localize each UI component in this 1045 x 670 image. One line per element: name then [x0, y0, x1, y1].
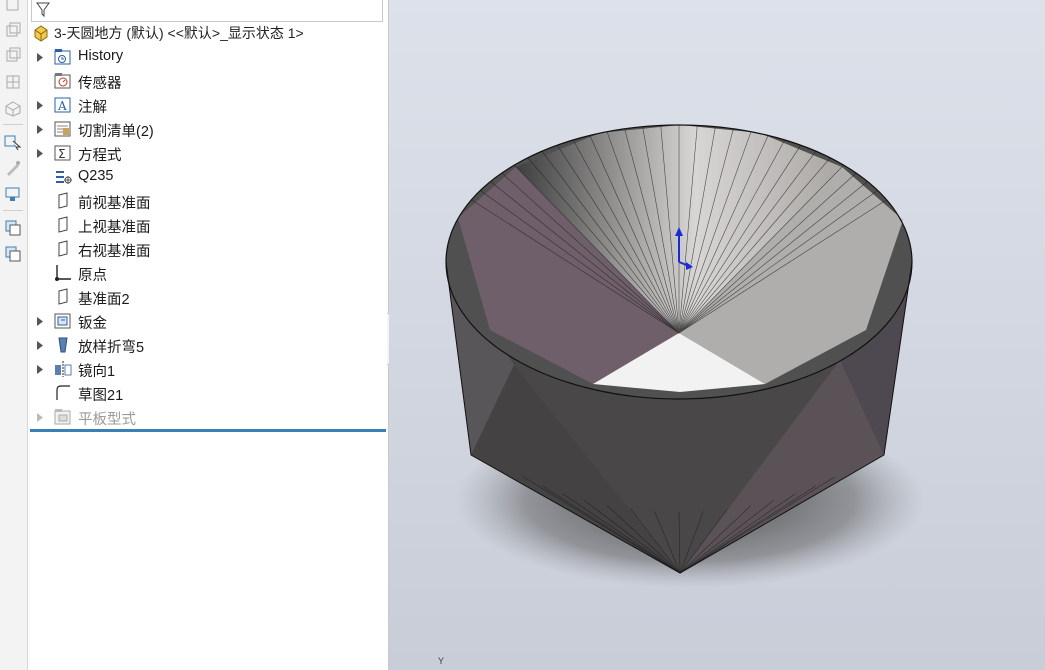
tree-item[interactable]: A 注解 [28, 93, 383, 117]
view-right-icon[interactable] [3, 72, 23, 92]
expand-arrow-icon[interactable] [36, 124, 44, 134]
tree-item-label: 镜向1 [78, 364, 116, 380]
tree-item[interactable]: 钣金 [28, 309, 383, 333]
tree-item-label: 右视基准面 [78, 244, 151, 260]
model-view[interactable] [389, 0, 1045, 670]
tree-item-label: 基准面2 [78, 292, 130, 308]
left-tool-strip [0, 0, 28, 670]
tree-item-label: 放样折弯5 [78, 340, 145, 356]
graphics-viewport[interactable]: Y [389, 0, 1045, 670]
expand-arrow-icon[interactable] [36, 52, 44, 62]
tree-item[interactable]: 右视基准面 [28, 237, 383, 261]
tree-item[interactable]: Σ 方程式 [28, 141, 383, 165]
sheet-metal-icon [54, 312, 72, 330]
tree-item[interactable]: 切割清单(2) [28, 117, 383, 141]
tree-item[interactable]: 草图21 [28, 381, 383, 405]
tree-item-label: 平板型式 [78, 412, 136, 428]
paste-view-icon[interactable] [3, 244, 23, 264]
select-icon[interactable] [3, 132, 23, 152]
history-icon [54, 48, 72, 66]
expand-arrow-icon[interactable] [36, 100, 44, 110]
edit-appearance-icon[interactable] [3, 158, 23, 178]
tree-item[interactable]: 前视基准面 [28, 189, 383, 213]
plane-icon [54, 288, 72, 306]
plane-icon [54, 240, 72, 258]
tree-item[interactable]: History [28, 45, 383, 69]
display-pane-icon[interactable] [3, 184, 23, 204]
view-front-icon[interactable] [3, 20, 23, 40]
tree-item[interactable]: 平板型式 [28, 405, 383, 429]
tree-item-label: 注解 [78, 100, 107, 116]
expand-arrow-icon[interactable] [36, 148, 44, 158]
lofted-bend-icon [54, 336, 72, 354]
tree-item-label: 传感器 [78, 76, 122, 92]
tree-root-part[interactable]: 3-天圆地方 (默认) <<默认>_显示状态 1> [32, 22, 304, 44]
part-icon [34, 25, 48, 42]
flat-pattern-icon [54, 408, 72, 426]
tree-item-label: 草图21 [78, 388, 124, 404]
copy-view-icon[interactable] [3, 218, 23, 238]
tree-item-label: Q235 [78, 168, 114, 184]
tree-item[interactable]: 上视基准面 [28, 213, 383, 237]
tree-item-label: 上视基准面 [78, 220, 151, 236]
svg-text:Σ: Σ [58, 147, 66, 161]
view-iso-icon[interactable] [3, 99, 23, 119]
filter-icon[interactable] [36, 2, 50, 23]
tree-item[interactable]: 镜向1 [28, 357, 383, 381]
feature-manager-tree: 3-天圆地方 (默认) <<默认>_显示状态 1> History 传感器 A 注解切… [28, 0, 389, 670]
tree-item-label: 原点 [78, 268, 107, 284]
tree-item[interactable]: 放样折弯5 [28, 333, 383, 357]
tree-item[interactable]: 传感器 [28, 69, 383, 93]
tree-item-label: 钣金 [78, 316, 107, 332]
view-cube-icon[interactable] [3, 0, 23, 14]
annotation-icon: A [54, 96, 72, 114]
sketch-icon [54, 384, 72, 402]
sensor-icon [54, 72, 72, 90]
rollback-bar[interactable] [30, 429, 386, 432]
expand-arrow-icon[interactable] [36, 340, 44, 350]
tree-item[interactable]: Q235 [28, 165, 383, 189]
expand-arrow-icon[interactable] [36, 364, 44, 374]
equation-icon: Σ [54, 144, 72, 162]
mirror-icon [54, 360, 72, 378]
plane-icon [54, 192, 72, 210]
tree-item-label: History [78, 48, 124, 64]
axis-label: Y [438, 656, 445, 666]
tree-item-label: 切割清单(2) [78, 124, 154, 140]
svg-text:A: A [57, 99, 67, 113]
tree-item[interactable]: 原点 [28, 261, 383, 285]
expand-arrow-icon[interactable] [36, 412, 44, 422]
plane-icon [54, 216, 72, 234]
root-label: 3-天圆地方 (默认) <<默认>_显示状态 1> [54, 25, 304, 41]
tree-filter-input[interactable] [31, 0, 383, 22]
tree-item[interactable]: 基准面2 [28, 285, 383, 309]
cut-list-icon [54, 120, 72, 138]
tree-item-label: 方程式 [78, 148, 122, 164]
origin-icon [54, 264, 72, 282]
tree-item-label: 前视基准面 [78, 196, 151, 212]
view-top-icon[interactable] [3, 45, 23, 65]
material-icon [54, 168, 72, 186]
expand-arrow-icon[interactable] [36, 316, 44, 326]
